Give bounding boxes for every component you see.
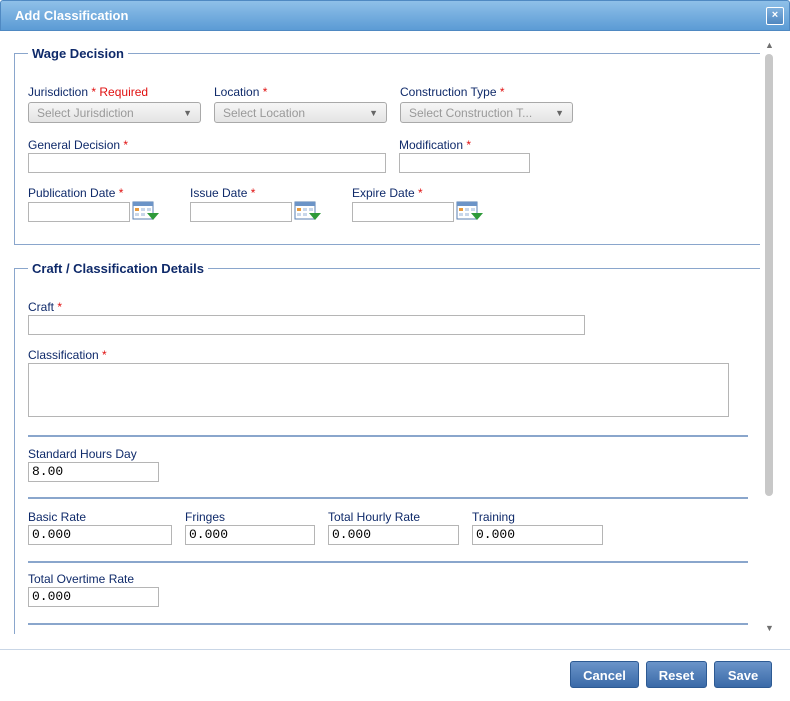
jurisdiction-select-value: Select Jurisdiction — [37, 106, 134, 120]
fringes-input[interactable]: 0.000 — [185, 525, 315, 545]
chevron-down-icon: ▼ — [369, 108, 378, 118]
fringes-label: Fringes — [185, 510, 226, 524]
required-marker: * — [499, 85, 505, 99]
required-marker: * — [466, 138, 472, 152]
craft-details-legend: Craft / Classification Details — [32, 261, 204, 276]
construction-type-label: Construction Type * — [400, 85, 505, 99]
section-divider — [28, 497, 748, 499]
expire-date-label-text: Expire Date — [352, 186, 415, 200]
construction-type-label-text: Construction Type — [400, 85, 497, 99]
vertical-scrollbar[interactable]: ▲ ▼ — [763, 40, 775, 634]
required-marker: * — [123, 138, 129, 152]
required-marker: * — [118, 186, 124, 200]
required-marker: * — [57, 300, 63, 314]
jurisdiction-label-text: Jurisdiction — [28, 85, 89, 99]
chevron-down-icon: ▼ — [555, 108, 564, 118]
required-marker: * — [250, 186, 256, 200]
training-label: Training — [472, 510, 515, 524]
chevron-down-icon: ▼ — [183, 108, 192, 118]
issue-date-input[interactable] — [190, 202, 292, 222]
total-overtime-rate-input[interactable]: 0.000 — [28, 587, 159, 607]
save-button[interactable]: Save — [714, 661, 772, 688]
calendar-icon[interactable] — [132, 200, 160, 222]
standard-hours-day-label: Standard Hours Day — [28, 447, 137, 461]
modification-input[interactable] — [399, 153, 530, 173]
construction-type-select[interactable]: Select Construction T... ▼ — [400, 102, 573, 123]
footer-divider — [0, 649, 790, 650]
required-marker: * — [262, 85, 268, 99]
craft-input[interactable] — [28, 315, 585, 335]
publication-date-label-text: Publication Date — [28, 186, 116, 200]
required-marker: * — [102, 348, 107, 362]
classification-label: Classification * — [28, 348, 107, 362]
section-divider — [28, 623, 748, 625]
jurisdiction-label: Jurisdiction * Required — [28, 85, 148, 99]
basic-rate-input[interactable]: 0.000 — [28, 525, 172, 545]
publication-date-label: Publication Date * — [28, 186, 123, 200]
general-decision-label: General Decision * — [28, 138, 128, 152]
basic-rate-label: Basic Rate — [28, 510, 87, 524]
general-decision-input[interactable] — [28, 153, 386, 173]
dialog-title-bar: Add Classification × — [0, 0, 790, 31]
expire-date-label: Expire Date * — [352, 186, 423, 200]
general-decision-label-text: General Decision — [28, 138, 121, 152]
total-overtime-rate-label: Total Overtime Rate — [28, 572, 135, 586]
close-icon[interactable]: × — [766, 7, 784, 25]
expire-date-input[interactable] — [352, 202, 454, 222]
total-hourly-rate-label: Total Hourly Rate — [328, 510, 421, 524]
section-divider — [28, 435, 748, 437]
location-select-value: Select Location — [223, 106, 306, 120]
section-divider — [28, 561, 748, 563]
jurisdiction-select[interactable]: Select Jurisdiction ▼ — [28, 102, 201, 123]
construction-type-select-value: Select Construction T... — [409, 106, 533, 120]
required-marker: * Required — [91, 85, 149, 99]
location-label: Location * — [214, 85, 267, 99]
wage-decision-legend: Wage Decision — [32, 46, 124, 61]
total-hourly-rate-input[interactable]: 0.000 — [328, 525, 459, 545]
issue-date-label: Issue Date * — [190, 186, 255, 200]
scrollbar-thumb[interactable] — [765, 54, 773, 496]
location-label-text: Location — [214, 85, 260, 99]
scroll-up-icon[interactable]: ▲ — [765, 40, 774, 50]
standard-hours-day-input[interactable]: 8.00 — [28, 462, 159, 482]
classification-label-text: Classification — [28, 348, 99, 362]
calendar-icon[interactable] — [456, 200, 484, 222]
required-marker: * — [418, 186, 423, 200]
scroll-down-icon[interactable]: ▼ — [765, 623, 774, 633]
cancel-button[interactable]: Cancel — [570, 661, 639, 688]
publication-date-input[interactable] — [28, 202, 130, 222]
craft-label: Craft * — [28, 300, 62, 314]
modification-label: Modification * — [399, 138, 471, 152]
modification-label-text: Modification — [399, 138, 464, 152]
craft-label-text: Craft — [28, 300, 55, 314]
issue-date-label-text: Issue Date — [190, 186, 248, 200]
dialog-content: Wage Decision Jurisdiction * Required Se… — [0, 30, 760, 634]
location-select[interactable]: Select Location ▼ — [214, 102, 387, 123]
dialog-title: Add Classification — [15, 8, 129, 23]
calendar-icon[interactable] — [294, 200, 322, 222]
training-input[interactable]: 0.000 — [472, 525, 603, 545]
classification-textarea[interactable] — [28, 363, 729, 417]
reset-button[interactable]: Reset — [646, 661, 707, 688]
